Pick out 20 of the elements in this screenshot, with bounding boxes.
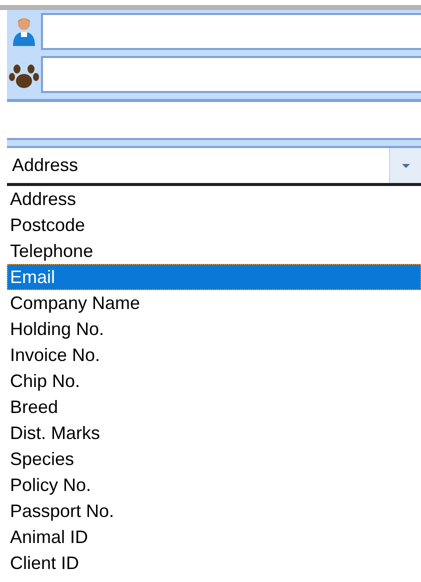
list-item[interactable]: Chip No. [7, 368, 421, 394]
list-item[interactable]: Invoice No. [7, 342, 421, 368]
list-item[interactable]: Policy No. [7, 472, 421, 498]
dropdown-field[interactable]: Address [7, 148, 421, 186]
list-item[interactable]: Postcode [7, 212, 421, 238]
person-icon [10, 16, 38, 48]
list-item[interactable]: Telephone [7, 238, 421, 264]
list-item[interactable]: Passport No. [7, 498, 421, 524]
list-item[interactable]: Species [7, 446, 421, 472]
list-item[interactable]: Breed [7, 394, 421, 420]
caret-icon [400, 162, 410, 168]
text-field[interactable] [41, 56, 421, 93]
text-field[interactable] [41, 13, 421, 50]
list-item[interactable]: Dist. Marks [7, 420, 421, 446]
list-item[interactable]: Address [7, 186, 421, 212]
list-item[interactable]: Company Name [7, 290, 421, 316]
list-item[interactable]: Holding No. [7, 316, 421, 342]
list-item[interactable]: Client ID [7, 550, 421, 576]
list-item[interactable]: Animal ID [7, 524, 421, 550]
list-item[interactable]: Email [7, 264, 421, 290]
